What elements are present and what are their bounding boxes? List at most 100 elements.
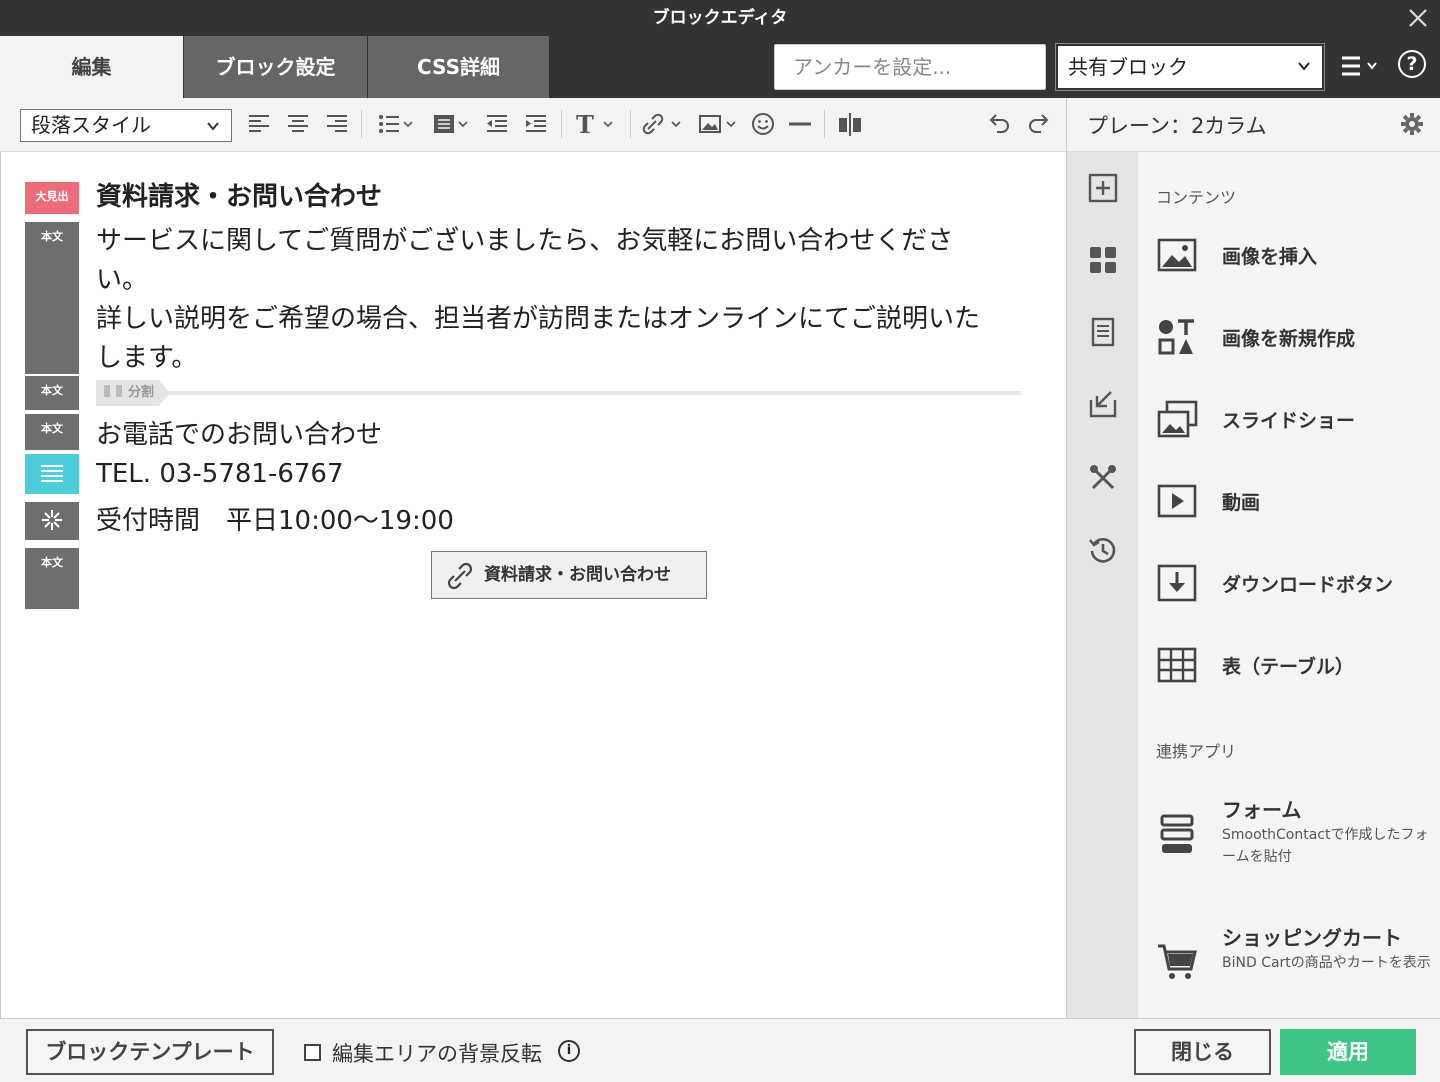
- outdent-icon[interactable]: [484, 110, 510, 138]
- window-titlebar: ブロックエディタ: [0, 0, 1440, 36]
- cart-icon: [1158, 944, 1197, 979]
- info-icon[interactable]: i: [558, 1040, 580, 1062]
- link-icon: [447, 562, 473, 590]
- block-template-button[interactable]: ブロックテンプレート: [26, 1029, 274, 1075]
- toolbar-divider: [361, 110, 362, 138]
- list-block-icon: [41, 465, 63, 482]
- download-button-label: ダウンロードボタン: [1222, 574, 1394, 596]
- toolbar-divider: [824, 110, 825, 138]
- body-badge[interactable]: 本文: [25, 414, 79, 450]
- table-label: 表（テーブル）: [1222, 656, 1354, 678]
- video-item[interactable]: 動画: [1156, 476, 1436, 526]
- split-column-icon: [104, 385, 122, 397]
- create-image-label: 画像を新規作成: [1222, 328, 1356, 350]
- footer-bar: ブロックテンプレート 編集エリアの背景反転 i 閉じる 適用: [0, 1018, 1440, 1082]
- editor-area[interactable]: 大見出 資料請求・お問い合わせ 本文 サービスに関してご質問がございましたら、お…: [0, 152, 1066, 1018]
- tab-css-details[interactable]: CSS詳細: [368, 36, 549, 98]
- chevron-down-icon: [1298, 62, 1310, 71]
- video-label: 動画: [1222, 492, 1261, 514]
- redo-icon[interactable]: [1025, 110, 1053, 138]
- phone-heading[interactable]: お電話でのお問い合わせ: [96, 416, 382, 455]
- undo-icon[interactable]: [985, 110, 1013, 138]
- insert-image-icon: [1157, 238, 1197, 272]
- invert-background-label[interactable]: 編集エリアの背景反転: [332, 1038, 542, 1068]
- apps-section-label: 連携アプリ: [1156, 742, 1237, 761]
- body-paragraph[interactable]: サービスに関してご質問がございましたら、お気軽にお問い合わせくださ い。 詳しい…: [96, 222, 1046, 378]
- phone-number[interactable]: TEL. 03-5781-6767: [96, 455, 344, 494]
- slideshow-label: スライドショー: [1222, 410, 1356, 432]
- apply-button[interactable]: 適用: [1280, 1029, 1416, 1075]
- body-badge[interactable]: 本文: [25, 548, 79, 609]
- text-style-icon[interactable]: T: [574, 110, 618, 138]
- form-app-desc: SmoothContactで作成したフォームを貼付: [1222, 827, 1429, 865]
- contact-link-label: 資料請求・お問い合わせ: [484, 565, 671, 585]
- editor-toolbar: 段落スタイル T: [0, 98, 1066, 152]
- body-badge[interactable]: 本文: [25, 376, 79, 410]
- heading-badge[interactable]: 大見出: [25, 182, 79, 214]
- table-icon: [1157, 647, 1197, 683]
- table-item[interactable]: 表（テーブル）: [1156, 640, 1436, 690]
- note-block-badge[interactable]: [25, 502, 79, 540]
- chevron-down-icon: [207, 122, 219, 131]
- gear-icon[interactable]: [1400, 112, 1424, 136]
- document-icon[interactable]: [1087, 316, 1119, 348]
- form-icon: [1160, 814, 1194, 853]
- cart-app-desc: BiND Cartの商品やカートを表示: [1222, 955, 1431, 971]
- svg-text:T: T: [576, 110, 594, 138]
- split-divider-line: [169, 391, 1021, 395]
- slideshow-item[interactable]: スライドショー: [1156, 394, 1436, 444]
- invert-background-checkbox[interactable]: [304, 1044, 321, 1061]
- history-icon[interactable]: [1087, 534, 1119, 566]
- align-left-icon[interactable]: [246, 110, 272, 138]
- bullet-list-icon[interactable]: [376, 110, 418, 138]
- tab-block-settings[interactable]: ブロック設定: [184, 36, 367, 98]
- insert-image-item[interactable]: 画像を挿入: [1156, 230, 1436, 280]
- cart-app-label: ショッピングカート: [1222, 926, 1402, 950]
- split-divider[interactable]: 分割: [96, 380, 170, 406]
- image-icon[interactable]: [697, 110, 741, 138]
- create-image-item[interactable]: 画像を新規作成: [1156, 312, 1436, 362]
- help-icon[interactable]: ?: [1398, 50, 1426, 78]
- paragraph-style-select[interactable]: 段落スタイル: [20, 109, 232, 142]
- business-hours[interactable]: 受付時間 平日10:00〜19:00: [96, 502, 454, 541]
- anchor-input[interactable]: アンカーを設定...: [774, 44, 1046, 90]
- page-heading[interactable]: 資料請求・お問い合わせ: [96, 178, 382, 217]
- parts-grid-icon[interactable]: [1087, 244, 1119, 276]
- align-right-icon[interactable]: [324, 110, 350, 138]
- body-badge[interactable]: 本文: [25, 222, 79, 374]
- link-icon[interactable]: [642, 110, 686, 138]
- video-icon: [1157, 484, 1197, 518]
- cart-app-item[interactable]: ショッピングカート BiND Cartの商品やカートを表示: [1156, 922, 1440, 1022]
- block-format-icon[interactable]: [431, 110, 473, 138]
- tab-edit[interactable]: 編集: [0, 36, 183, 98]
- create-image-icon: [1158, 319, 1194, 355]
- top-bar: 編集 ブロック設定 CSS詳細 アンカーを設定... 共有ブロック ?: [0, 36, 1440, 98]
- close-button[interactable]: 閉じる: [1134, 1029, 1271, 1075]
- asterisk-icon: [42, 510, 62, 530]
- shared-block-value: 共有ブロック: [1068, 55, 1188, 79]
- toolbar-divider: [630, 110, 631, 138]
- layout-title: プレーン：2カラム: [1087, 114, 1267, 138]
- close-icon[interactable]: [1404, 4, 1432, 32]
- download-icon: [1157, 564, 1197, 602]
- emoji-icon[interactable]: [750, 110, 776, 138]
- toolbar-divider: [561, 110, 562, 138]
- menu-icon[interactable]: [1338, 52, 1382, 82]
- tools-icon[interactable]: [1087, 462, 1119, 494]
- shared-block-select[interactable]: 共有ブロック: [1055, 43, 1325, 91]
- split-column-icon[interactable]: [836, 110, 864, 138]
- split-label: 分割: [128, 385, 155, 400]
- list-block-badge[interactable]: [25, 454, 79, 494]
- align-center-icon[interactable]: [285, 110, 311, 138]
- contact-link-button[interactable]: 資料請求・お問い合わせ: [431, 551, 707, 599]
- indent-icon[interactable]: [523, 110, 549, 138]
- paragraph-style-value: 段落スタイル: [31, 113, 151, 137]
- download-button-item[interactable]: ダウンロードボタン: [1156, 558, 1436, 608]
- insert-image-label: 画像を挿入: [1222, 246, 1318, 268]
- form-app-label: フォーム: [1222, 798, 1302, 822]
- import-icon[interactable]: [1087, 388, 1119, 420]
- horizontal-rule-icon[interactable]: [787, 110, 813, 138]
- parts-panel: コンテンツ 画像を挿入 画像を新規作成 スライドショー 動画 ダウンロードボタン…: [1138, 152, 1440, 1018]
- form-app-item[interactable]: フォーム SmoothContactで作成したフォームを貼付: [1156, 794, 1440, 894]
- add-block-icon[interactable]: [1087, 172, 1119, 204]
